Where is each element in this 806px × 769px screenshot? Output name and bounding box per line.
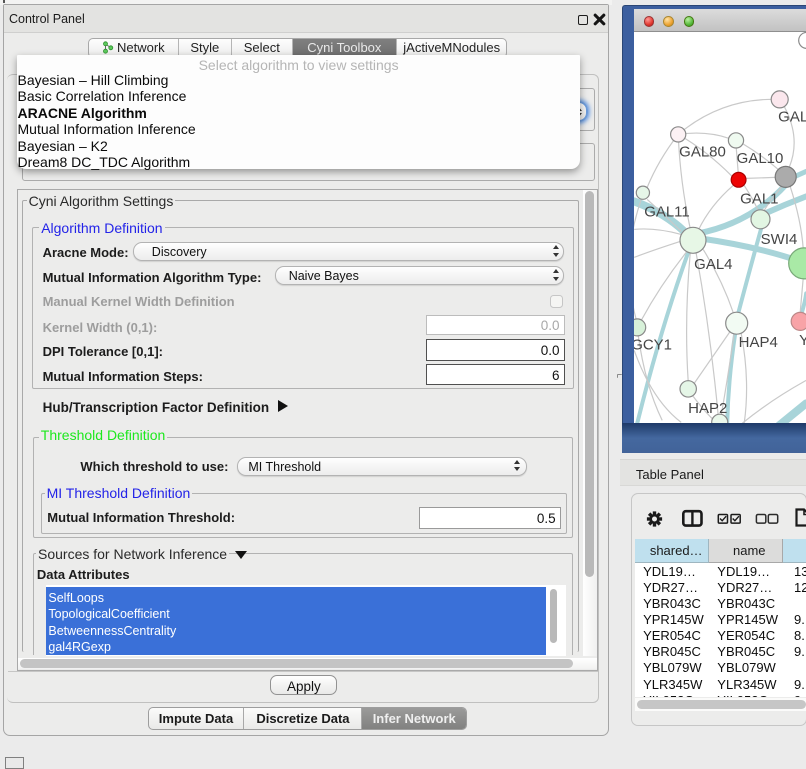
svg-text:GAL80: GAL80 <box>679 143 726 160</box>
svg-text:HAP4: HAP4 <box>738 333 777 350</box>
svg-text:SWI4: SWI4 <box>760 230 797 247</box>
svg-text:GAL10: GAL10 <box>736 149 783 166</box>
svg-text:GCY1: GCY1 <box>634 336 672 353</box>
svg-text:GAL1: GAL1 <box>740 190 778 207</box>
svg-text:HAP2: HAP2 <box>688 399 727 416</box>
svg-text:GAL7: GAL7 <box>778 108 806 125</box>
svg-text:YP: YP <box>799 331 806 348</box>
svg-text:GAL11: GAL11 <box>644 203 690 220</box>
svg-text:GAL4: GAL4 <box>694 255 732 272</box>
